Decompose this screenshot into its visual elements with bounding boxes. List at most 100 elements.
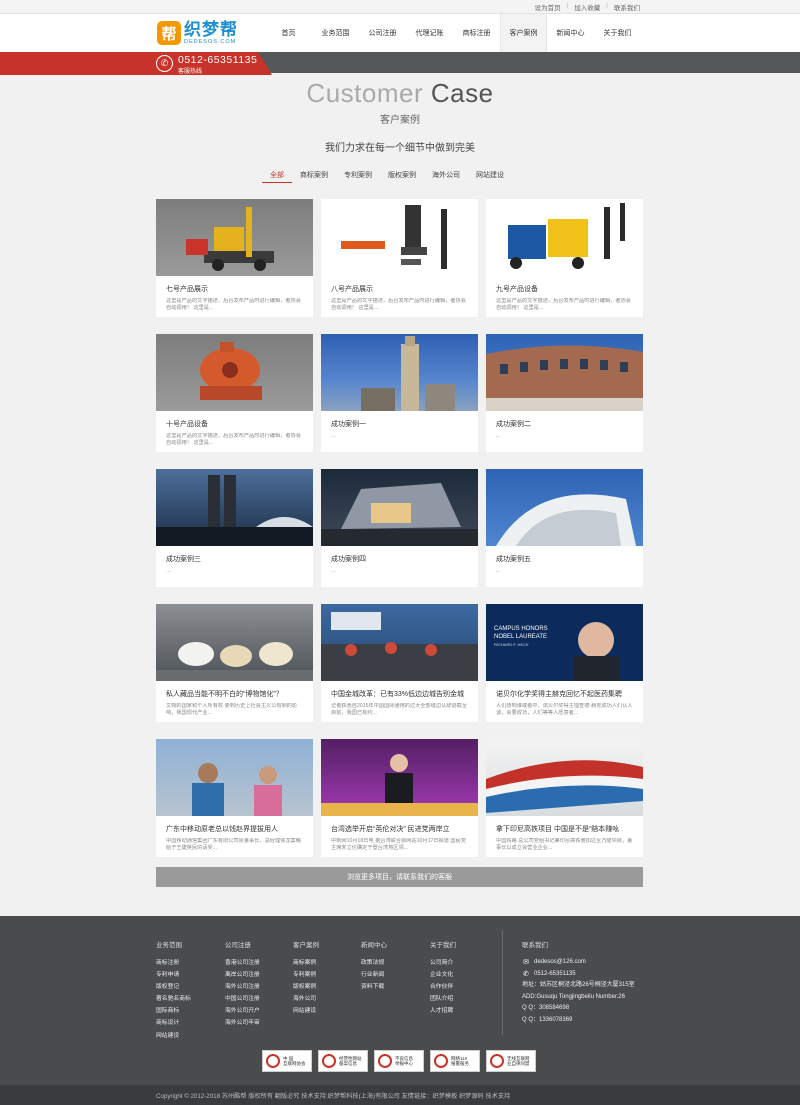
footer-link[interactable]: 人才招聘 [430,1005,456,1017]
badge-internet-society[interactable]: 中 国互联网协会 [262,1050,312,1072]
case-title[interactable]: 九号产品设备 [496,284,633,294]
nav-customer-case[interactable]: 客户案例 [500,14,547,52]
case-card[interactable]: 十号产品设备 这里是产品的文字描述，后台发布产品时进行编辑，者协会自动调用！ 这… [156,334,313,452]
case-title[interactable]: 成功案例五 [496,554,633,564]
case-card[interactable]: 八号产品展示 这里是产品的文字描述，后台发布产品时进行编辑，者协会自动调用！ 这… [321,199,478,317]
footer-link[interactable]: 网站建设 [156,1030,191,1042]
filter-copyright[interactable]: 版权案例 [380,171,424,183]
case-image-twin-towers[interactable] [156,469,313,546]
nav-trademark[interactable]: 商标注册 [453,14,500,52]
add-favorite-link[interactable]: 加入收藏 [574,2,600,12]
case-image-splitter[interactable] [321,199,478,276]
nav-news[interactable]: 新闻中心 [547,14,594,52]
case-card[interactable]: 成功案例四 ... [321,469,478,587]
filter-patent[interactable]: 专利案例 [336,171,380,183]
badge-report-center[interactable]: 不良信息 举报中心 [374,1050,424,1072]
filter-trademark[interactable]: 商标案例 [292,171,336,183]
site-logo[interactable]: 帮 织梦帮 DEDESOS.COM [157,19,249,47]
nav-home[interactable]: 首页 [265,14,312,52]
badge-police-110[interactable]: 网络110 报警服务 [430,1050,480,1072]
nav-bookkeeping[interactable]: 代理记账 [406,14,453,52]
case-card[interactable]: 中国金城改革：已有33%低边边城告别金城 记者获悉自2015年中国国际通用的过大… [321,604,478,722]
footer-link[interactable]: 海外公司 [293,993,319,1005]
case-title[interactable]: 八号产品展示 [331,284,468,294]
footer-link[interactable]: 海外公司年审 [225,1017,260,1029]
footer-link[interactable]: 专利案例 [293,969,319,981]
case-image-skyscraper[interactable] [321,334,478,411]
footer-link[interactable]: 网站建设 [293,1005,319,1017]
case-image-drill[interactable] [156,199,313,276]
case-card[interactable]: 成功案例三 ... [156,469,313,587]
nav-company-registration[interactable]: 公司注册 [359,14,406,52]
nav-business-scope[interactable]: 业务范围 [312,14,359,52]
case-title[interactable]: 拿下印尼高铁项目 中国是不是“赔本赚吆 [496,824,633,834]
footer-link[interactable]: 专利申请 [156,969,191,981]
footer-link[interactable]: 合作伙伴 [430,981,456,993]
case-title[interactable]: 中国金城改革：已有33%低边边城告别金城 [331,689,468,699]
footer-col-heading[interactable]: 公司注册 [225,939,260,949]
footer-link[interactable]: 商标设计 [156,1017,191,1029]
case-card[interactable]: 广东中移动原老总以钱赵界提拔用人 中国移动通信集团广东有限公司原董事长、总经理徐… [156,739,313,857]
filter-all[interactable]: 全部 [262,171,292,183]
filter-overseas[interactable]: 海外公司 [424,171,468,183]
case-image-stage[interactable] [321,739,478,816]
footer-link[interactable]: 离岸公司注册 [225,969,260,981]
nav-about[interactable]: 关于我们 [594,14,641,52]
case-image-curved-roof[interactable] [486,469,643,546]
footer-col-heading[interactable]: 关于我们 [430,939,456,949]
footer-link[interactable]: 商标案例 [293,957,319,969]
footer-link[interactable]: 香港公司注册 [225,957,260,969]
case-card[interactable]: 台湾选举开启“英伦对决” 民进党两岸立 中新网10月18日电 据台湾联合报网站1… [321,739,478,857]
footer-col-heading[interactable]: 新闻中心 [361,939,387,949]
case-card[interactable]: 成功案例五 ... [486,469,643,587]
case-card[interactable]: 拿下印尼高铁项目 中国是不是“赔本赚吆 中国铁路 总公司党组书记兼印尼高铁雅加达… [486,739,643,857]
footer-link[interactable]: 公司简介 [430,957,456,969]
case-card[interactable]: 九号产品设备 这里是产品的文字描述，后台发布产品时进行编辑，者协会自动调用！ 这… [486,199,643,317]
footer-link[interactable]: 版权登记 [156,981,191,993]
case-card[interactable]: 私人藏品当能不明不白的“博物馆化”？ 文物的国家和个人所有权 要到历史上社会主义… [156,604,313,722]
case-image-laureate[interactable]: CAMPUS HONORS NOBEL LAUREATE RICHARD F. HE… [486,604,643,681]
footer-link[interactable]: 团队介绍 [430,993,456,1005]
footer-link[interactable]: 行业新闻 [361,969,387,981]
footer-col-heading[interactable]: 客户案例 [293,939,319,949]
badge-site-record[interactable]: 经营性网站 备案信息 [318,1050,368,1072]
case-image-crusher[interactable] [156,334,313,411]
view-more-button[interactable]: 浏览更多项目，请联系我们的客服 [156,867,643,887]
badge-wireless-alliance[interactable]: 无线互联网 业自律同盟 [486,1050,536,1072]
case-title[interactable]: 广东中移动原老总以钱赵界提拔用人 [166,824,303,834]
case-card[interactable]: 七号产品展示 这里是产品的文字描述，后台发布产品时进行编辑，者协会自动调用！ 这… [156,199,313,317]
case-title[interactable]: 成功案例三 [166,554,303,564]
footer-link[interactable]: 资料下载 [361,981,387,993]
footer-link[interactable]: 海外公司开户 [225,1005,260,1017]
case-title[interactable]: 成功案例一 [331,419,468,429]
case-card[interactable]: 成功案例一 ... [321,334,478,452]
case-card[interactable]: CAMPUS HONORS NOBEL LAUREATE RICHARD F. HE… [486,604,643,722]
case-title[interactable]: 七号产品展示 [166,284,303,294]
contact-email[interactable]: ✉ dedesos@126.com [522,957,635,969]
footer-link[interactable]: 政策法规 [361,957,387,969]
footer-link[interactable]: 版权案例 [293,981,319,993]
case-title[interactable]: 成功案例四 [331,554,468,564]
case-image-beach[interactable] [156,739,313,816]
footer-link[interactable]: 商标注册 [156,957,191,969]
case-title[interactable]: 诺贝尔化学奖得主赫克回忆不起医药集聘 [496,689,633,699]
case-image-train[interactable] [486,739,643,816]
footer-link[interactable]: 国际商标 [156,1005,191,1017]
contact-us-link[interactable]: 联系我们 [614,2,640,12]
case-title[interactable]: 成功案例二 [496,419,633,429]
set-homepage-link[interactable]: 设为首页 [535,2,561,12]
case-image-modern-building[interactable] [321,469,478,546]
case-title[interactable]: 十号产品设备 [166,419,303,429]
case-image-round-building[interactable] [486,334,643,411]
case-card[interactable]: 成功案例二 ... [486,334,643,452]
case-image-hydraulic[interactable] [486,199,643,276]
case-title[interactable]: 私人藏品当能不明不白的“博物馆化”？ [166,689,303,699]
case-image-dogs[interactable] [156,604,313,681]
footer-link[interactable]: 企业文化 [430,969,456,981]
footer-link[interactable]: 中国公司注册 [225,993,260,1005]
case-title[interactable]: 台湾选举开启“英伦对决” 民进党两岸立 [331,824,468,834]
case-image-street[interactable] [321,604,478,681]
footer-col-heading[interactable]: 业务范围 [156,939,191,949]
footer-link[interactable]: 著名驰名商标 [156,993,191,1005]
filter-website[interactable]: 网站建设 [468,171,512,183]
